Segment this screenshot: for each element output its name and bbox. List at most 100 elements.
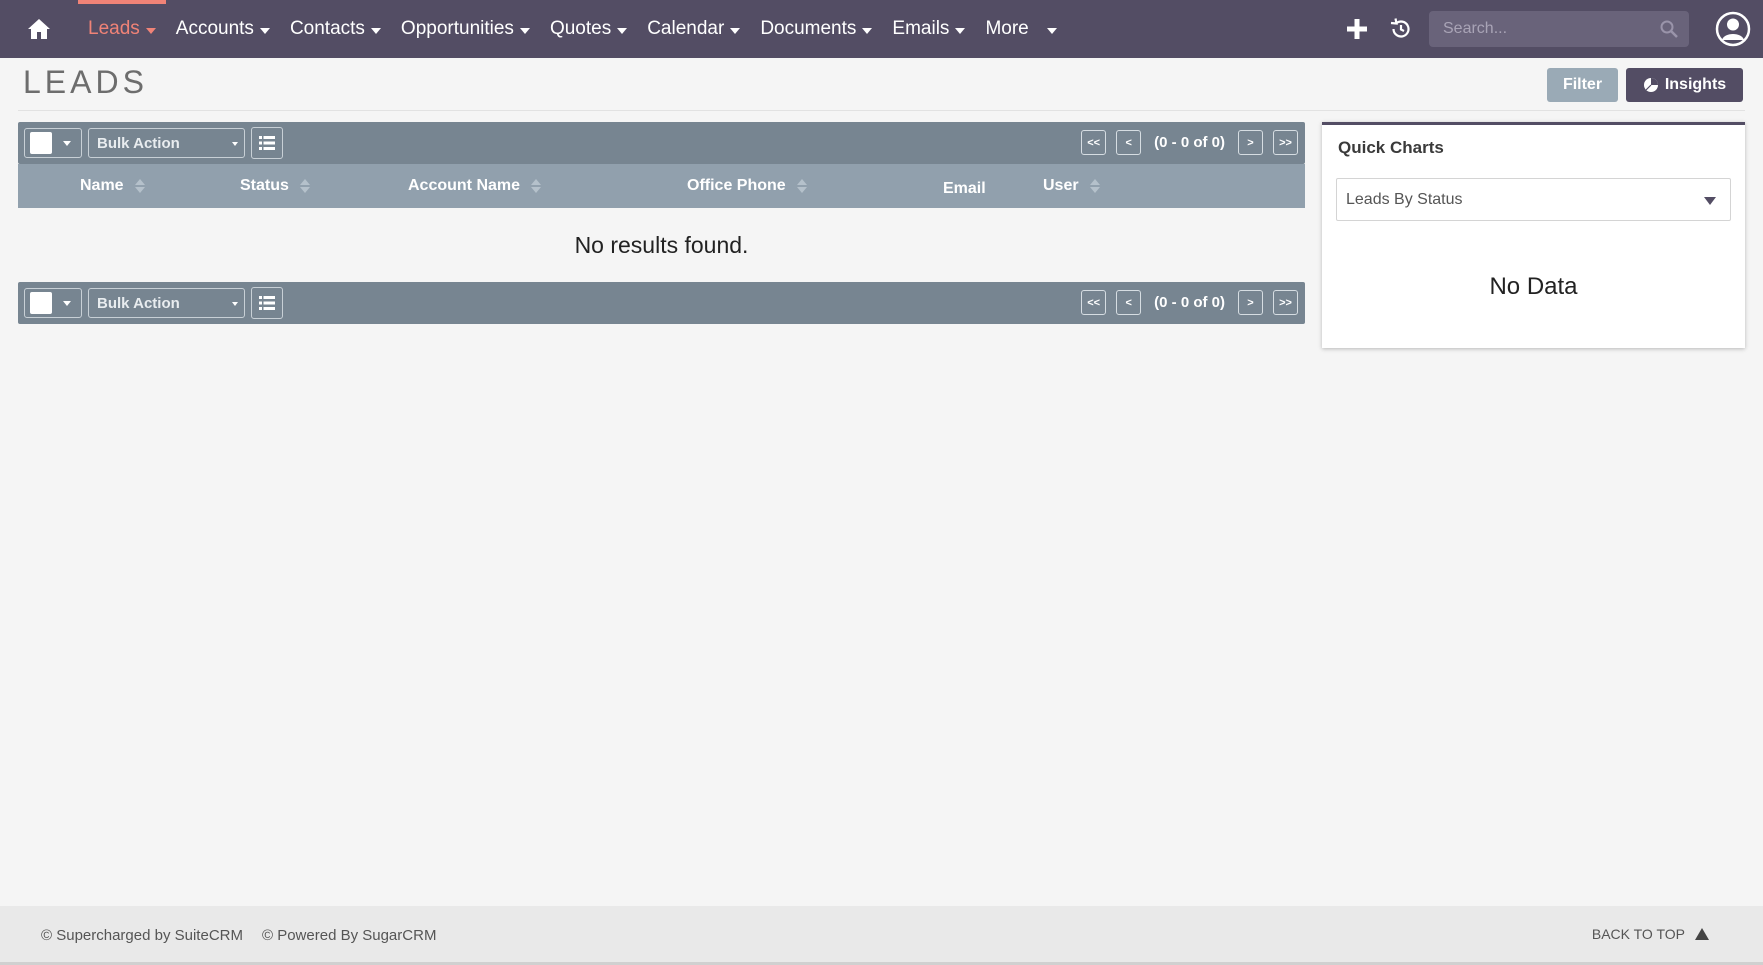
chevron-down-icon [730, 27, 741, 34]
recently-viewed-button[interactable] [1379, 0, 1423, 58]
sugarcrm-credit-link[interactable]: © Powered By SugarCRM [262, 927, 436, 944]
next-page-button[interactable]: > [1238, 130, 1263, 155]
column-label: User [1043, 177, 1079, 194]
pagination-bar-top: Bulk Action << < (0 - 0 of 0) > >> [18, 122, 1305, 164]
list-view: Bulk Action << < (0 - 0 of 0) > >> Name … [18, 122, 1305, 324]
column-label: Status [240, 177, 289, 194]
column-label: Name [80, 177, 124, 194]
nav-item-label: Opportunities [400, 18, 514, 39]
column-header-email: Email [943, 167, 986, 211]
chart-type-select[interactable]: Leads By Status [1336, 178, 1731, 221]
nav-item-calendar[interactable]: Calendar [637, 0, 750, 58]
bulk-action-dropdown[interactable]: Bulk Action [88, 288, 245, 318]
chevron-down-icon [145, 27, 156, 34]
column-chooser-button[interactable] [251, 127, 283, 159]
nav-item-emails[interactable]: Emails [882, 0, 975, 58]
chevron-down-icon [259, 27, 270, 34]
bulk-action-label: Bulk Action [97, 294, 180, 312]
create-button[interactable] [1335, 0, 1379, 58]
home-button[interactable] [0, 0, 78, 58]
pager: << < (0 - 0 of 0) > >> [1081, 130, 1298, 155]
search-input[interactable] [1429, 11, 1689, 47]
page-title: LEADS [23, 64, 148, 100]
nav-item-accounts[interactable]: Accounts [166, 0, 280, 58]
title-divider [18, 110, 1745, 111]
suitecrm-credit-link[interactable]: © Supercharged by SuiteCRM [41, 927, 243, 944]
nav-item-opportunities[interactable]: Opportunities [391, 0, 540, 58]
bulk-action-dropdown[interactable]: Bulk Action [88, 128, 245, 158]
sort-icon [531, 179, 542, 193]
select-all-checkbox[interactable] [30, 132, 52, 154]
nav-item-label: Documents [760, 18, 857, 39]
chevron-down-icon [1046, 27, 1057, 34]
history-icon [1390, 18, 1410, 38]
column-header-name[interactable]: Name [80, 164, 145, 208]
sort-icon [134, 179, 145, 193]
back-to-top-link[interactable]: BACK TO TOP [1592, 926, 1709, 942]
pagination-bar-bottom: Bulk Action << < (0 - 0 of 0) > >> [18, 282, 1305, 324]
bulk-action-label: Bulk Action [97, 134, 180, 152]
chevron-down-icon [1704, 197, 1716, 205]
previous-page-button[interactable]: < [1116, 130, 1142, 155]
nav-item-label: Emails [892, 18, 950, 39]
page-count: (0 - 0 of 0) [1154, 134, 1225, 151]
no-data-message: No Data [1489, 273, 1578, 300]
column-header-account-name[interactable]: Account Name [408, 164, 542, 208]
next-page-button[interactable]: > [1238, 290, 1263, 315]
select-all-dropdown[interactable] [24, 128, 82, 158]
chevron-down-icon [370, 27, 381, 34]
nav-item-label: Leads [88, 18, 140, 39]
sort-icon [1089, 179, 1100, 193]
previous-page-button[interactable]: < [1116, 290, 1142, 315]
list-icon [259, 296, 275, 310]
column-header-status[interactable]: Status [240, 164, 310, 208]
global-search [1429, 11, 1689, 47]
sort-icon [796, 179, 807, 193]
list-icon [259, 136, 275, 150]
sort-icon [299, 179, 310, 193]
module-menu: Leads Accounts Contacts Opportunities Qu… [78, 0, 1067, 58]
chevron-down-icon [519, 27, 530, 34]
last-page-button[interactable]: >> [1273, 130, 1298, 155]
top-navigation-bar: Leads Accounts Contacts Opportunities Qu… [0, 0, 1763, 58]
nav-item-label: Contacts [289, 18, 365, 39]
nav-item-quotes[interactable]: Quotes [540, 0, 637, 58]
nav-item-more[interactable]: More [975, 0, 1066, 58]
nav-right-tools [1335, 0, 1763, 58]
first-page-button[interactable]: << [1081, 130, 1107, 155]
home-icon [28, 19, 50, 39]
table-header: Name Status Account Name Office Phone Em… [18, 164, 1305, 208]
search-icon[interactable] [1659, 19, 1679, 39]
chevron-down-icon [955, 27, 966, 34]
page-count: (0 - 0 of 0) [1154, 294, 1225, 311]
nav-item-contacts[interactable]: Contacts [280, 0, 391, 58]
footer: © Supercharged by SuiteCRM © Powered By … [0, 906, 1763, 965]
select-all-dropdown[interactable] [24, 288, 82, 318]
last-page-button[interactable]: >> [1273, 290, 1298, 315]
chart-type-selected: Leads By Status [1346, 190, 1463, 208]
column-header-user[interactable]: User [1043, 164, 1100, 208]
select-all-checkbox[interactable] [30, 292, 52, 314]
filter-button[interactable]: Filter [1547, 68, 1618, 102]
user-menu-button[interactable] [1703, 0, 1763, 58]
chevron-down-icon [862, 27, 873, 34]
nav-item-leads[interactable]: Leads [78, 0, 166, 58]
chevron-down-icon [232, 302, 238, 306]
pager: << < (0 - 0 of 0) > >> [1081, 290, 1298, 315]
nav-item-documents[interactable]: Documents [750, 0, 882, 58]
nav-item-label: Quotes [549, 18, 612, 39]
chevron-down-icon [232, 142, 238, 146]
nav-item-label: Calendar [647, 18, 725, 39]
arrow-up-icon [1695, 928, 1709, 940]
insights-button-label: Insights [1664, 76, 1727, 93]
column-header-office-phone[interactable]: Office Phone [687, 164, 807, 208]
insights-button[interactable]: Insights [1626, 68, 1743, 102]
nav-item-label: Accounts [175, 18, 254, 39]
back-to-top-label: BACK TO TOP [1591, 926, 1685, 942]
pie-chart-icon [1643, 78, 1658, 92]
column-chooser-button[interactable] [251, 287, 283, 319]
chevron-down-icon [617, 27, 628, 34]
first-page-button[interactable]: << [1081, 290, 1107, 315]
quick-charts-panel: Quick Charts Leads By Status No Data [1322, 122, 1745, 348]
column-label: Office Phone [687, 177, 786, 194]
